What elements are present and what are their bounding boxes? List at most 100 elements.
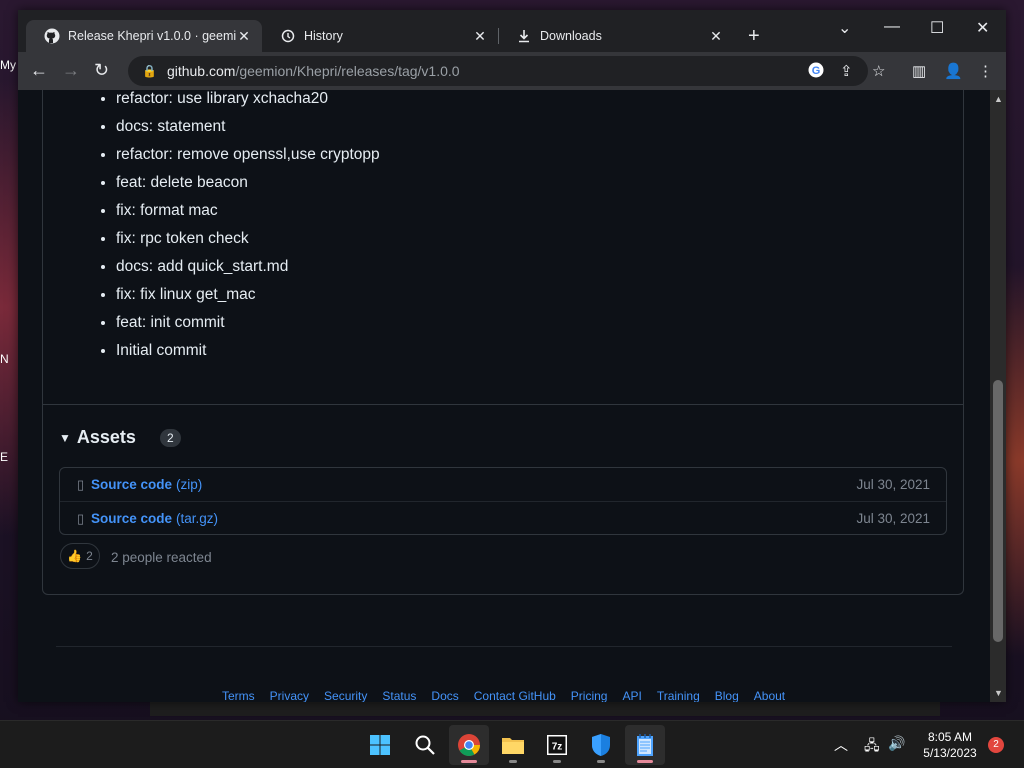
desktop-icon-label[interactable]: My [0, 58, 16, 72]
tab-release[interactable]: Release Khepri v1.0.0 · geemion/Khepri ✕ [26, 20, 262, 52]
running-indicator [553, 760, 561, 763]
footer-link[interactable]: About [754, 689, 785, 702]
asset-date: Jul 30, 2021 [856, 511, 930, 526]
footer-link[interactable]: Status [382, 689, 416, 702]
footer-link[interactable]: Pricing [571, 689, 608, 702]
close-icon[interactable]: ✕ [472, 28, 488, 45]
file-zip-icon: ▯ [77, 510, 85, 526]
search-icon [415, 735, 435, 755]
svg-text:7z: 7z [552, 742, 563, 753]
desktop-icon-label[interactable]: E [0, 450, 8, 464]
close-icon[interactable]: ✕ [708, 28, 724, 45]
assets-count-badge: 2 [159, 428, 181, 447]
close-window-button[interactable]: ✕ [976, 18, 989, 38]
footer-link[interactable]: Contact GitHub [474, 689, 556, 702]
footer-divider [56, 646, 952, 647]
taskbar-chrome[interactable] [449, 725, 489, 765]
taskbar-7zip[interactable]: 7z [537, 725, 577, 765]
bookmark-star-icon[interactable]: ☆ [872, 62, 885, 80]
url-path: /geemion/Khepri/releases/tag/v1.0.0 [235, 63, 460, 79]
taskbar-notepad[interactable] [625, 725, 665, 765]
close-icon[interactable]: ✕ [236, 28, 252, 45]
caret-down-icon[interactable]: ▼ [59, 431, 71, 445]
commit-item: docs: statement [116, 116, 380, 144]
footer-link[interactable]: Training [657, 689, 700, 702]
scroll-down-icon[interactable]: ▼ [994, 688, 1003, 698]
taskbar-defender[interactable] [581, 725, 621, 765]
volume-icon[interactable]: 🔊 [888, 735, 905, 752]
reacted-text: 2 people reacted [111, 550, 212, 565]
url-host: github.com [166, 63, 236, 79]
active-indicator [637, 760, 653, 763]
start-button[interactable] [360, 725, 400, 765]
svg-text:G: G [812, 65, 821, 77]
footer-link[interactable]: Privacy [270, 689, 309, 702]
assets-table: ▯ Source code (zip) Jul 30, 2021 ▯ Sourc… [59, 467, 947, 535]
scrollbar-thumb[interactable] [993, 380, 1003, 642]
footer-link[interactable]: Blog [715, 689, 739, 702]
side-panel-icon[interactable]: ▥ [912, 62, 926, 80]
notepad-icon [637, 734, 653, 756]
url-text[interactable]: github.com/geemion/Khepri/releases/tag/v… [167, 63, 460, 79]
commit-item: feat: init commit [116, 312, 380, 340]
asset-link[interactable]: Source code [91, 511, 172, 526]
commit-item: refactor: remove openssl,use cryptopp [116, 144, 380, 172]
assets-header[interactable]: ▼ Assets 2 [59, 427, 181, 448]
reaction-count: 2 [86, 549, 93, 563]
tab-title: History [304, 29, 343, 43]
page-scrollbar[interactable]: ▲ ▼ [990, 90, 1006, 702]
desktop-icon-label[interactable]: N [0, 352, 9, 366]
footer-link[interactable]: API [622, 689, 641, 702]
divider [43, 404, 963, 405]
profile-icon[interactable]: 👤 [944, 62, 963, 80]
7zip-icon: 7z [547, 735, 567, 755]
tab-history[interactable]: History ✕ [262, 20, 498, 52]
browser-window: Release Khepri v1.0.0 · geemion/Khepri ✕… [18, 10, 1006, 702]
maximize-button[interactable]: ☐ [930, 18, 944, 38]
reaction-button[interactable]: 👍 2 [60, 543, 100, 569]
file-zip-icon: ▯ [77, 476, 85, 492]
clock-time: 8:05 AM [927, 730, 973, 744]
footer-link[interactable]: Terms [222, 689, 255, 702]
commit-item: Initial commit [116, 340, 380, 368]
forward-button[interactable]: → [62, 60, 80, 80]
network-icon[interactable]: 🖧 [864, 735, 880, 759]
asset-ext[interactable]: (tar.gz) [176, 511, 218, 526]
asset-ext[interactable]: (zip) [176, 477, 202, 492]
back-button[interactable]: ← [30, 60, 48, 80]
assets-title: Assets [76, 427, 136, 447]
asset-row: ▯ Source code (zip) Jul 30, 2021 [60, 468, 946, 501]
asset-link[interactable]: Source code [91, 477, 172, 492]
scroll-up-icon[interactable]: ▲ [994, 94, 1003, 104]
reload-button[interactable]: ↻ [94, 60, 109, 80]
taskbar: 7z ︿ 🖧 🔊 8:05 AM 5/13/2023 2 [0, 720, 1024, 768]
google-icon[interactable]: G [808, 62, 824, 82]
running-indicator [509, 760, 517, 763]
asset-date: Jul 30, 2021 [856, 477, 930, 492]
page-viewport: refactor: use library xchacha20docs: sta… [18, 90, 990, 702]
windows-icon [370, 735, 390, 755]
tab-strip: Release Khepri v1.0.0 · geemion/Khepri ✕… [18, 10, 1006, 52]
notification-badge[interactable]: 2 [988, 737, 1004, 753]
tab-downloads[interactable]: Downloads ✕ [498, 20, 734, 52]
tab-title: Downloads [540, 29, 602, 43]
shield-icon [592, 734, 610, 756]
clock[interactable]: 8:05 AM 5/13/2023 [915, 729, 985, 761]
lock-icon[interactable]: 🔒 [142, 64, 157, 78]
footer-link[interactable]: Security [324, 689, 367, 702]
minimize-button[interactable]: — [884, 18, 900, 36]
share-icon[interactable]: ⇪ [840, 62, 853, 80]
new-tab-button[interactable]: + [748, 26, 760, 46]
chrome-icon [458, 734, 480, 756]
address-bar[interactable]: 🔒 github.com/geemion/Khepri/releases/tag… [128, 56, 885, 86]
search-button[interactable] [405, 725, 445, 765]
taskbar-file-explorer[interactable] [493, 725, 533, 765]
menu-icon[interactable]: ⋮ [978, 62, 993, 80]
chevron-up-icon[interactable]: ︿ [834, 735, 848, 755]
clock-date: 5/13/2023 [923, 746, 977, 760]
footer-link[interactable]: Docs [431, 689, 458, 702]
tab-search-icon[interactable]: ⌄ [838, 18, 851, 38]
commit-item: fix: rpc token check [116, 228, 380, 256]
thumbs-up-icon: 👍 [67, 549, 83, 563]
commit-item: fix: fix linux get_mac [116, 284, 380, 312]
